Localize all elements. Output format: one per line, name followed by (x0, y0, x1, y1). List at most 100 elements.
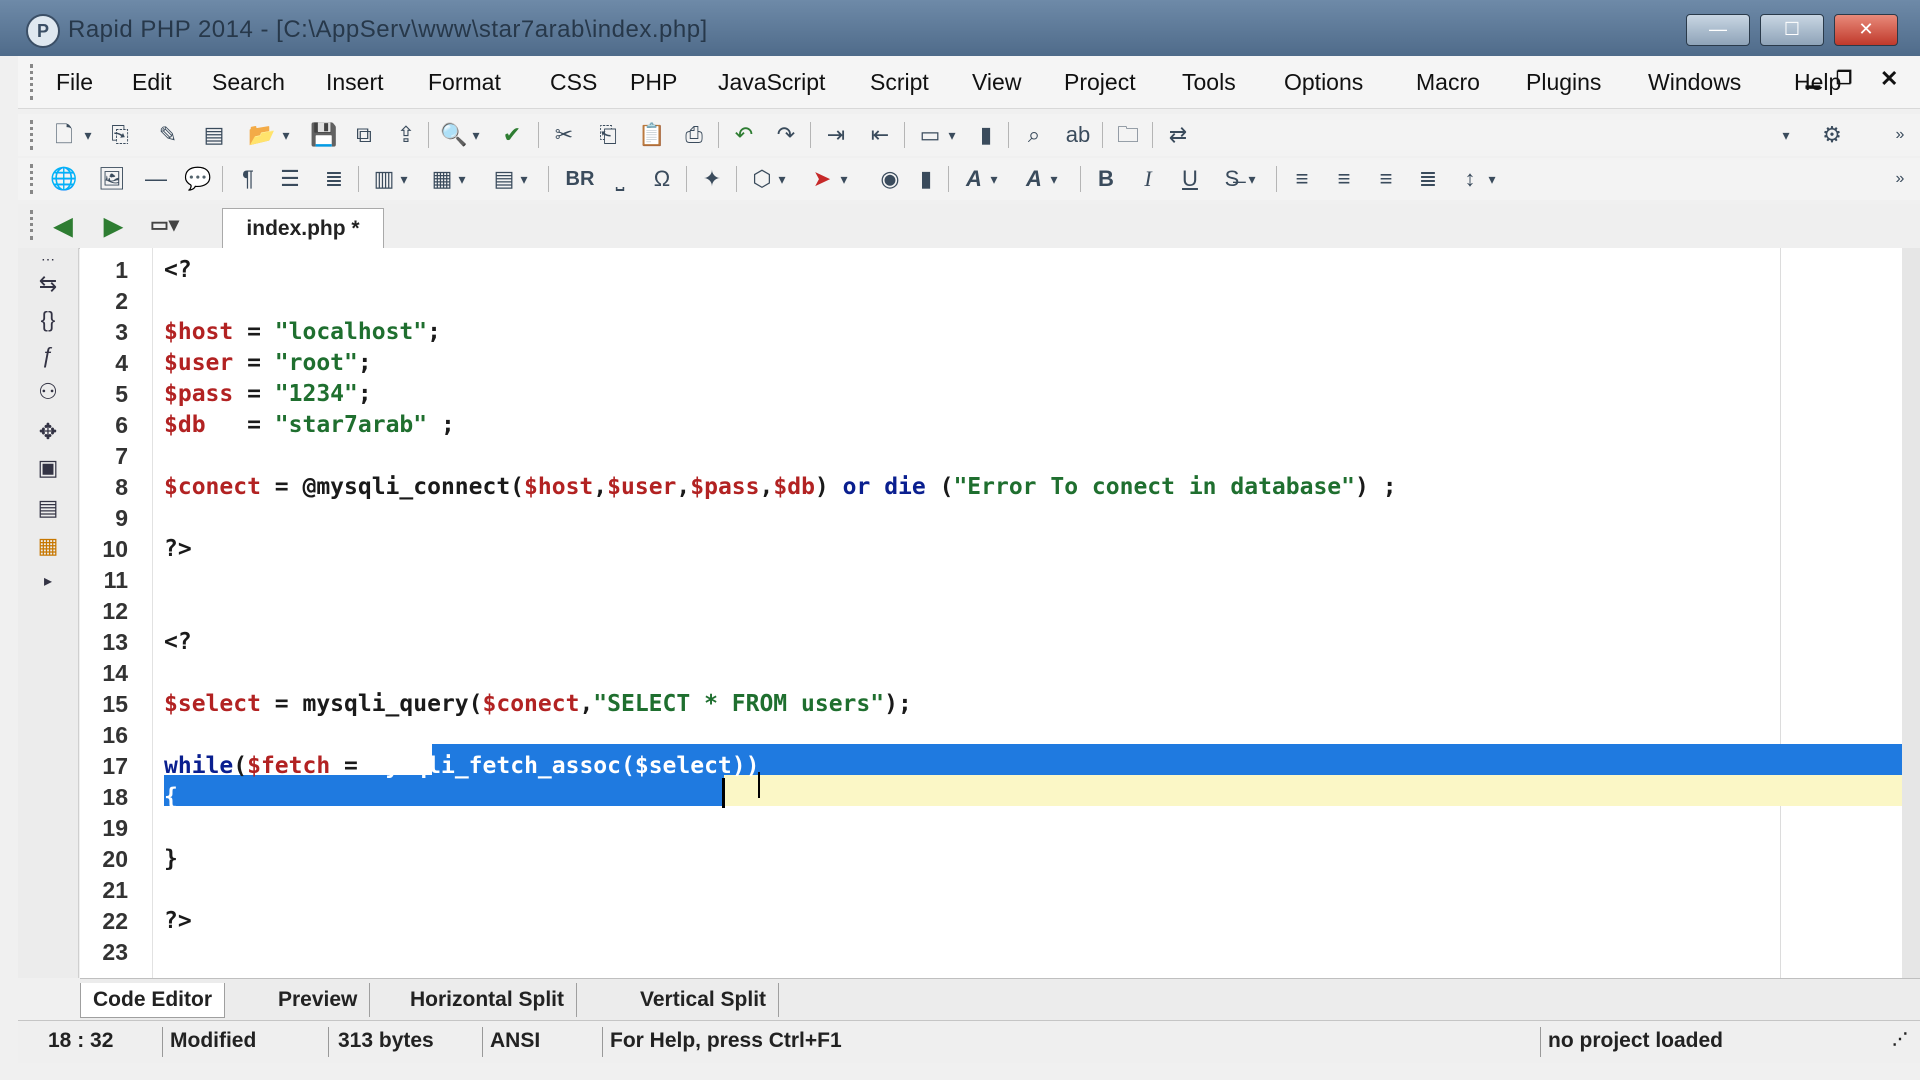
maximize-button[interactable]: ☐ (1760, 14, 1824, 46)
clean-code-icon[interactable]: ➤ (806, 164, 838, 194)
ftp-icon[interactable]: ⇄ (1162, 120, 1194, 150)
code-line[interactable]: 21 (80, 875, 1920, 906)
toolbar-overflow-icon[interactable]: » (1884, 120, 1916, 150)
script-icon[interactable]: ✦ (696, 164, 728, 194)
doc-restore-icon[interactable]: ❐ (1836, 68, 1852, 89)
code-line[interactable]: 8 $conect = @mysqli_connect($host,$user,$… (80, 472, 1920, 503)
toolbar-grip[interactable] (30, 210, 37, 240)
color-picker-icon[interactable]: ◉ (874, 164, 906, 194)
image-icon[interactable]: 🖼 (96, 164, 128, 194)
line-break-button[interactable]: BR (558, 164, 602, 194)
braces-icon[interactable]: {} (30, 306, 66, 334)
code-line[interactable]: 10 ?> (80, 534, 1920, 565)
chevron-down-icon[interactable]: ▾ (1484, 164, 1500, 194)
code-line[interactable]: 9 (80, 503, 1920, 534)
numbered-list-icon[interactable]: ≣ (318, 164, 350, 194)
chevron-down-icon[interactable]: ▾ (1046, 164, 1062, 194)
undo-icon[interactable]: ↶ (728, 120, 760, 150)
monitor-icon[interactable]: ▣ (30, 454, 66, 482)
menu-javascript[interactable]: JavaScript (718, 69, 825, 96)
tab-code-editor[interactable]: Code Editor (80, 983, 225, 1018)
code-line[interactable]: 11 (80, 565, 1920, 596)
menu-script[interactable]: Script (870, 69, 929, 96)
sidebar-expand-icon[interactable]: ▸ (30, 568, 66, 596)
snippets-icon[interactable]: ▦ (30, 532, 66, 560)
code-line[interactable]: 16 (80, 720, 1920, 751)
chevron-down-icon[interactable]: ▾ (468, 120, 484, 150)
tab-list-icon[interactable]: ▭▾ (150, 212, 179, 237)
php-file-icon[interactable]: ▤ (198, 120, 230, 150)
menu-view[interactable]: View (972, 69, 1021, 96)
toolbar-grip[interactable] (30, 120, 37, 150)
menu-macro[interactable]: Macro (1416, 69, 1480, 96)
project-folder-icon[interactable]: 🗀 (1112, 120, 1144, 150)
horizontal-rule-icon[interactable]: ― (140, 164, 172, 194)
navigator-icon[interactable]: ✥ (30, 418, 66, 446)
cut-icon[interactable]: ✂ (548, 120, 580, 150)
edit-file-icon[interactable]: ✎ (152, 120, 184, 150)
chevron-down-icon[interactable]: ▾ (80, 120, 96, 150)
save-upload-icon[interactable]: ⇪ (390, 120, 422, 150)
chevron-down-icon[interactable]: ▾ (454, 164, 470, 194)
save-all-icon[interactable]: ⧉ (348, 120, 380, 150)
nbsp-icon[interactable]: ⎵ (604, 164, 636, 194)
tab-preview[interactable]: Preview (266, 983, 371, 1017)
new-file-icon[interactable]: 🗋 (48, 120, 80, 150)
code-line[interactable]: 5 $pass = "1234"; (80, 379, 1920, 410)
tab-horizontal-split[interactable]: Horizontal Split (398, 983, 577, 1017)
chevron-down-icon[interactable]: ▾ (774, 164, 790, 194)
code-line[interactable]: 14 (80, 658, 1920, 689)
chevron-down-icon[interactable]: ▾ (1244, 164, 1260, 194)
menu-format[interactable]: Format (428, 69, 501, 96)
chevron-down-icon[interactable]: ▾ (396, 164, 412, 194)
code-explorer-icon[interactable]: ⇆ (30, 270, 66, 298)
align-left-icon[interactable]: ≡ (1286, 164, 1318, 194)
code-line[interactable]: 17 while($fetch = mysqli_fetch_assoc($sel… (80, 751, 1920, 782)
align-center-icon[interactable]: ≡ (1328, 164, 1360, 194)
chevron-down-icon[interactable]: ▾ (944, 120, 960, 150)
code-line[interactable]: 20} (80, 844, 1920, 875)
binoculars-icon[interactable]: ⌕ (1018, 120, 1050, 150)
vertical-scrollbar[interactable] (1902, 248, 1920, 978)
paste-icon[interactable]: 📋 (636, 120, 668, 150)
spell-check-icon[interactable]: ab (1062, 120, 1094, 150)
menu-insert[interactable]: Insert (326, 69, 384, 96)
preview-pane-icon[interactable]: ▤ (30, 494, 66, 522)
code-line[interactable]: 2 (80, 286, 1920, 317)
bullet-list-icon[interactable]: ☰ (274, 164, 306, 194)
comment-block-icon[interactable]: ▭ (914, 120, 946, 150)
validate-icon[interactable]: ✔ (496, 120, 528, 150)
forward-arrow-icon[interactable]: ▶ (104, 212, 122, 241)
open-folder-icon[interactable]: 📂 (246, 120, 278, 150)
chevron-down-icon[interactable]: ▾ (516, 164, 532, 194)
menu-plugins[interactable]: Plugins (1526, 69, 1601, 96)
menu-project[interactable]: Project (1064, 69, 1136, 96)
back-arrow-icon[interactable]: ◀ (54, 212, 72, 241)
menu-edit[interactable]: Edit (132, 69, 172, 96)
code-line[interactable]: 15 $select = mysqli_query($conect,"SELECT… (80, 689, 1920, 720)
doc-minimize-icon[interactable]: ▁ (1806, 68, 1820, 89)
code-line[interactable]: 3 $host = "localhost"; (80, 317, 1920, 348)
bold-button[interactable]: B (1090, 164, 1122, 194)
new-from-template-icon[interactable]: ⎘ (104, 120, 136, 150)
menu-options[interactable]: Options (1284, 69, 1363, 96)
code-line[interactable]: 12 (80, 596, 1920, 627)
tab-index-php[interactable]: index.php * (222, 208, 384, 249)
code-line[interactable]: 22 ?> (80, 906, 1920, 937)
chevron-down-icon[interactable]: ▾ (986, 164, 1002, 194)
line-spacing-icon[interactable]: ↕ (1454, 164, 1486, 194)
toolbar-overflow-icon[interactable]: » (1884, 164, 1916, 194)
clip-icon[interactable]: ▮ (970, 120, 1002, 150)
outdent-icon[interactable]: ⇤ (864, 120, 896, 150)
tab-vertical-split[interactable]: Vertical Split (628, 983, 780, 1017)
menu-search[interactable]: Search (212, 69, 285, 96)
indent-icon[interactable]: ⇥ (820, 120, 852, 150)
code-line[interactable]: 1 <? (80, 255, 1920, 286)
globe-icon[interactable]: 🌐 (48, 164, 80, 194)
doc-close-icon[interactable]: ✕ (1880, 66, 1898, 92)
code-line[interactable]: 13 <? (80, 627, 1920, 658)
chevron-down-icon[interactable]: ▾ (836, 164, 852, 194)
comment-icon[interactable]: 💬 (182, 164, 214, 194)
chevron-down-icon[interactable]: ▾ (1778, 120, 1794, 150)
code-line[interactable]: 7 (80, 441, 1920, 472)
